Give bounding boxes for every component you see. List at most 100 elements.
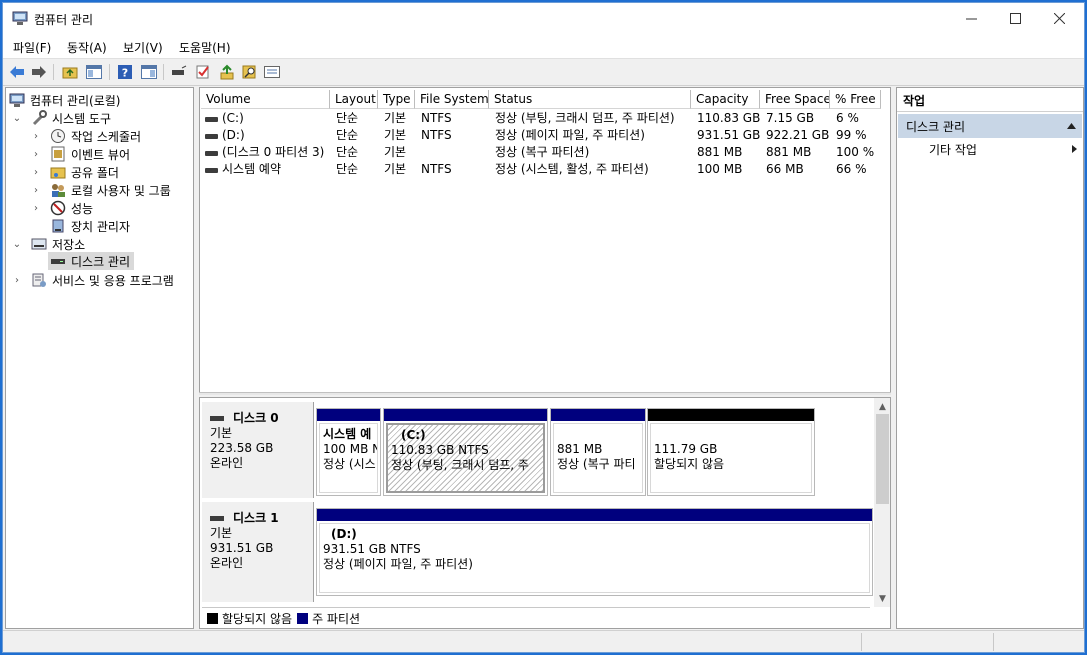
volume-type: 기본 <box>384 162 407 176</box>
properties-button[interactable] <box>263 63 281 81</box>
partition-title: (D:) <box>331 527 357 541</box>
tree-label: 컴퓨터 관리(로컬) <box>30 93 121 108</box>
column-header-free-space[interactable]: Free Space <box>760 90 830 109</box>
partition-status: 할당되지 않음 <box>654 457 725 471</box>
chevron-right-icon[interactable]: › <box>30 181 42 199</box>
disk-view-scrollbar[interactable]: ▲ ▼ <box>874 398 890 607</box>
menu-help[interactable]: 도움말(H) <box>179 39 231 56</box>
partition-title <box>654 427 808 442</box>
help-button[interactable]: ? <box>116 63 134 81</box>
column-header-type[interactable]: Type <box>378 90 415 109</box>
tree-label: 공유 폴더 <box>71 165 119 180</box>
disk-name: 디스크 1 <box>210 511 305 526</box>
back-button[interactable] <box>8 63 26 81</box>
tree-item-device-manager[interactable]: 장치 관리자 <box>50 217 130 235</box>
scrollbar-thumb[interactable] <box>876 414 889 504</box>
search-button[interactable] <box>241 63 259 81</box>
drive-connect-icon <box>172 65 187 75</box>
partition-unallocated[interactable]: 111.79 GB 할당되지 않음 <box>647 408 815 496</box>
column-header-file-system[interactable]: File System <box>415 90 489 109</box>
partition-title <box>557 427 639 442</box>
maximize-icon <box>1009 13 1021 24</box>
tree-item-storage[interactable]: ⌄ 저장소 <box>11 235 85 253</box>
column-header-percent-free[interactable]: % Free <box>830 90 881 109</box>
menu-file[interactable]: 파일(F) <box>13 39 51 56</box>
volume-name: (C:) <box>222 111 244 125</box>
computer-management-window: 컴퓨터 관리 파일(F) 동작(A) 보기(V) 도움말(H) ? 컴퓨터 관리… <box>2 2 1085 653</box>
volume-percent-free: 66 % <box>836 162 867 176</box>
disk-icon <box>210 516 224 521</box>
tree-item-root[interactable]: 컴퓨터 관리(로컬) <box>9 91 120 109</box>
menu-bar: 파일(F) 동작(A) 보기(V) 도움말(H) <box>3 34 1084 59</box>
column-header-status[interactable]: Status <box>489 90 691 109</box>
connect-button[interactable] <box>170 63 188 81</box>
partition-color-bar <box>317 509 872 521</box>
partition-info: (D:) 931.51 GB NTFS 정상 (페이지 파일, 주 파티션) <box>319 523 870 593</box>
partition-title: 시스템 예 <box>323 427 372 441</box>
up-folder-button[interactable] <box>61 63 79 81</box>
console-tree-icon <box>86 65 102 79</box>
chevron-right-icon[interactable]: › <box>11 271 23 289</box>
tree-label: 저장소 <box>52 237 86 252</box>
export-button[interactable] <box>218 63 236 81</box>
action-label: 기타 작업 <box>929 142 977 157</box>
performance-icon <box>50 200 66 216</box>
volume-free-space: 7.15 GB <box>766 111 815 125</box>
menu-view[interactable]: 보기(V) <box>123 39 163 56</box>
legend-primary-label: 주 파티션 <box>312 611 361 626</box>
volume-icon <box>205 117 218 122</box>
partition-system-reserved[interactable]: 시스템 예 100 MB N 정상 (시스 <box>316 408 381 496</box>
event-viewer-icon <box>50 146 66 162</box>
volume-type: 기본 <box>384 128 407 142</box>
menu-action[interactable]: 동작(A) <box>67 39 107 56</box>
status-bar <box>3 630 1084 652</box>
column-header-layout[interactable]: Layout <box>330 90 378 109</box>
disk-0-info[interactable]: 디스크 0 기본 223.58 GB 온라인 <box>202 402 314 498</box>
volume-status: 정상 (복구 파티션) <box>495 145 590 159</box>
tree-item-services-apps[interactable]: › 서비스 및 응용 프로그램 <box>11 271 174 289</box>
minimize-button[interactable] <box>948 3 994 34</box>
tree-item-system-tools[interactable]: ⌄ 시스템 도구 <box>11 109 111 127</box>
column-header-capacity[interactable]: Capacity <box>691 90 760 109</box>
partition-recovery[interactable]: 881 MB 정상 (복구 파티 <box>550 408 646 496</box>
partition-size: 100 MB N <box>323 442 378 456</box>
tree-item-task-scheduler[interactable]: › 작업 스케줄러 <box>30 127 141 145</box>
collapse-up-icon[interactable] <box>1067 123 1076 129</box>
check-button[interactable] <box>194 63 212 81</box>
close-button[interactable] <box>1036 3 1082 34</box>
tree-item-disk-management[interactable]: 디스크 관리 <box>48 252 135 270</box>
partition-c[interactable]: (C:) 110.83 GB NTFS 정상 (부팅, 크래시 덤프, 주 <box>383 408 548 496</box>
chevron-down-icon[interactable]: ⌄ <box>11 235 23 253</box>
actions-section-disk-management[interactable]: 디스크 관리 <box>898 114 1082 138</box>
maximize-button[interactable] <box>992 3 1038 34</box>
action-pane-button[interactable] <box>140 63 158 81</box>
show-hide-tree-button[interactable] <box>85 63 103 81</box>
scroll-up-icon[interactable]: ▲ <box>874 399 890 414</box>
svg-text:?: ? <box>122 67 128 80</box>
tools-icon <box>31 110 47 126</box>
chevron-right-icon[interactable]: › <box>30 127 42 145</box>
tree-label: 시스템 도구 <box>52 111 112 126</box>
scroll-down-icon[interactable]: ▼ <box>874 591 890 606</box>
tree-item-shared-folders[interactable]: › 공유 폴더 <box>30 163 119 181</box>
legend-unallocated-swatch <box>207 612 218 624</box>
pane-splitter[interactable] <box>199 392 891 395</box>
partition-d[interactable]: (D:) 931.51 GB NTFS 정상 (페이지 파일, 주 파티션) <box>316 508 873 596</box>
chevron-right-icon[interactable]: › <box>30 145 42 163</box>
column-header-volume[interactable]: Volume <box>201 90 330 109</box>
tree-item-local-users[interactable]: › 로컬 사용자 및 그룹 <box>30 181 171 199</box>
tree-item-performance[interactable]: › 성능 <box>30 199 93 217</box>
disk-1-info[interactable]: 디스크 1 기본 931.51 GB 온라인 <box>202 502 314 602</box>
volume-percent-free: 100 % <box>836 145 875 159</box>
forward-button[interactable] <box>30 63 48 81</box>
chevron-right-icon[interactable]: › <box>30 163 42 181</box>
volume-percent-free: 6 % <box>836 111 859 125</box>
users-icon <box>50 182 66 198</box>
shared-folder-icon <box>50 164 66 180</box>
tree-item-event-viewer[interactable]: › 이벤트 뷰어 <box>30 145 130 163</box>
chevron-down-icon[interactable]: ⌄ <box>11 109 23 127</box>
action-more-actions[interactable]: 기타 작업 <box>929 140 1077 158</box>
partition-status: 정상 (부팅, 크래시 덤프, 주 <box>391 458 529 472</box>
actions-pane: 작업 디스크 관리 기타 작업 <box>896 87 1084 629</box>
chevron-right-icon[interactable]: › <box>30 199 42 217</box>
